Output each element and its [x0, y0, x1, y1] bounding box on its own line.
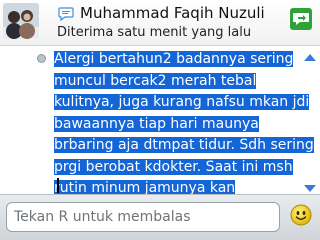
- reply-input[interactable]: Tekan R untuk membalas: [6, 202, 280, 232]
- text-cursor: [57, 178, 59, 193]
- message-text: Alergi bertahun2 badannya sering muncul …: [54, 49, 320, 194]
- message-status: Diterima satu menit yang lalu: [57, 25, 252, 40]
- reply-placeholder: Tekan R untuk membalas: [14, 209, 191, 225]
- selected-message-text: Alergi bertahun2 badannya sering muncul …: [54, 51, 314, 194]
- chat-header: Muhammad Faqih Nuzuli Diterima satu meni…: [0, 0, 320, 46]
- smiley-icon[interactable]: [290, 204, 312, 226]
- bbm-contact-icon[interactable]: [290, 8, 312, 30]
- bbm-chat-screen: Muhammad Faqih Nuzuli Diterima satu meni…: [0, 0, 320, 240]
- contact-avatar[interactable]: [3, 3, 39, 39]
- received-message[interactable]: Alergi bertahun2 badannya sering muncul …: [54, 49, 320, 194]
- scroll-up-arrow-icon[interactable]: [304, 54, 316, 61]
- bbm-chat-icon: [58, 6, 74, 22]
- conversation-area: Alergi bertahun2 badannya sering muncul …: [0, 46, 320, 194]
- message-bullet-icon: [37, 54, 46, 63]
- contact-name: Muhammad Faqih Nuzuli: [80, 4, 265, 22]
- scroll-down-arrow-icon[interactable]: [304, 185, 316, 192]
- reply-bar: Tekan R untuk membalas: [0, 194, 320, 240]
